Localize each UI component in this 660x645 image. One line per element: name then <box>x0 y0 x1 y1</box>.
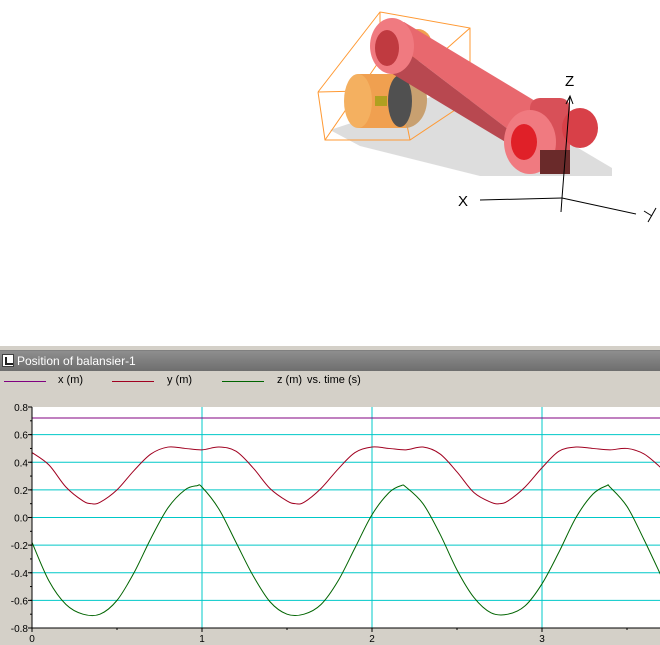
y-tick-label: 0.4 <box>14 458 28 469</box>
legend-line-z <box>222 381 264 382</box>
legend-line-x <box>4 381 46 382</box>
plot-title: Position of balansier-1 <box>17 354 136 368</box>
x-tick-labels: 0 1 2 3 <box>29 634 545 645</box>
y-tick-label: 0.8 <box>14 403 28 414</box>
plot-chart[interactable]: 0.8 0.6 0.4 0.2 0.0 -0.2 -0.4 -0.6 -0.8 0 1 2 3 <box>0 394 660 645</box>
legend-line-y <box>112 381 154 382</box>
y-tick-label: -0.2 <box>11 541 29 552</box>
3d-viewport[interactable]: X Z <box>0 0 660 345</box>
y-tick-label: -0.8 <box>11 624 29 635</box>
legend-label-y: y (m) <box>167 374 193 386</box>
plot-window: Position of balansier-1 x (m) y (m) z (m… <box>0 351 660 645</box>
y-tick-label: -0.6 <box>11 596 29 607</box>
y-tick-labels: 0.8 0.6 0.4 0.2 0.0 -0.2 -0.4 -0.6 -0.8 <box>11 403 29 635</box>
legend-label-x: x (m) <box>58 374 84 386</box>
legend-label-z: z (m) <box>277 374 303 386</box>
y-tick-label: 0.0 <box>14 514 28 525</box>
x-tick-label: 2 <box>369 634 375 645</box>
y-tick-label: -0.4 <box>11 569 29 580</box>
y-tick-label: 0.6 <box>14 431 28 442</box>
x-tick-label: 1 <box>199 634 205 645</box>
legend-suffix: vs. time (s) <box>307 374 361 386</box>
x-tick-label: 0 <box>29 634 35 645</box>
y-tick-label: 0.2 <box>14 486 28 497</box>
axis-label-z: Z <box>565 73 574 90</box>
plot-legend: x (m) y (m) z (m) vs. time (s) <box>0 373 660 389</box>
x-tick-label: 3 <box>539 634 545 645</box>
plot-window-icon[interactable] <box>2 354 14 367</box>
axis-label-x: X <box>458 193 468 210</box>
assembly-scene: X Z <box>317 11 657 223</box>
plot-titlebar[interactable]: Position of balansier-1 <box>0 351 660 371</box>
